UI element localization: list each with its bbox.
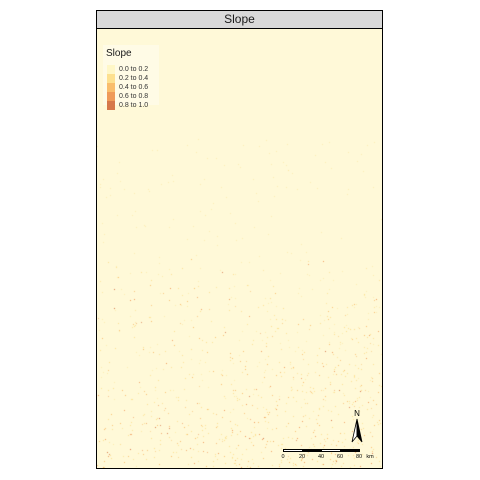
legend-swatch [107, 92, 115, 101]
legend-swatch [107, 101, 115, 110]
scale-tick: 40 [317, 454, 325, 460]
legend-label: 0.4 to 0.6 [119, 84, 149, 91]
legend-item: 0.4 to 0.6 [107, 83, 159, 92]
legend-item: 0.8 to 1.0 [107, 101, 159, 110]
scale-tick: 20 [298, 454, 306, 460]
map-area[interactable]: Slope 0.0 to 0.2 0.2 to 0.4 0.4 to 0.6 0… [97, 29, 382, 468]
north-arrow-icon [351, 418, 363, 443]
scale-tick: 60 [336, 454, 344, 460]
legend-swatch [107, 83, 115, 92]
legend-swatch [107, 74, 115, 83]
panel-title: Slope [97, 11, 382, 29]
legend: Slope 0.0 to 0.2 0.2 to 0.4 0.4 to 0.6 0… [103, 45, 159, 110]
scale-tick: 0 [281, 454, 285, 460]
legend-item: 0.2 to 0.4 [107, 74, 159, 83]
scale-segment [340, 449, 360, 452]
legend-label: 0.6 to 0.8 [119, 93, 149, 100]
legend-swatch [107, 65, 115, 74]
map-panel: Slope Slope 0.0 to 0.2 0.2 to 0.4 0.4 to… [96, 10, 383, 469]
legend-item: 0.0 to 0.2 [107, 65, 159, 74]
legend-title: Slope [106, 48, 132, 59]
scale-tick: 80 [355, 454, 363, 460]
legend-label: 0.0 to 0.2 [119, 66, 149, 73]
legend-item: 0.6 to 0.8 [107, 92, 159, 101]
scale-segment [321, 449, 341, 452]
legend-label: 0.2 to 0.4 [119, 75, 149, 82]
legend-label: 0.8 to 1.0 [119, 102, 149, 109]
scale-segment [283, 449, 303, 452]
scale-segment [302, 449, 322, 452]
scale-bar: 0 20 40 60 80 km [277, 449, 377, 468]
scale-unit: km [366, 454, 374, 460]
